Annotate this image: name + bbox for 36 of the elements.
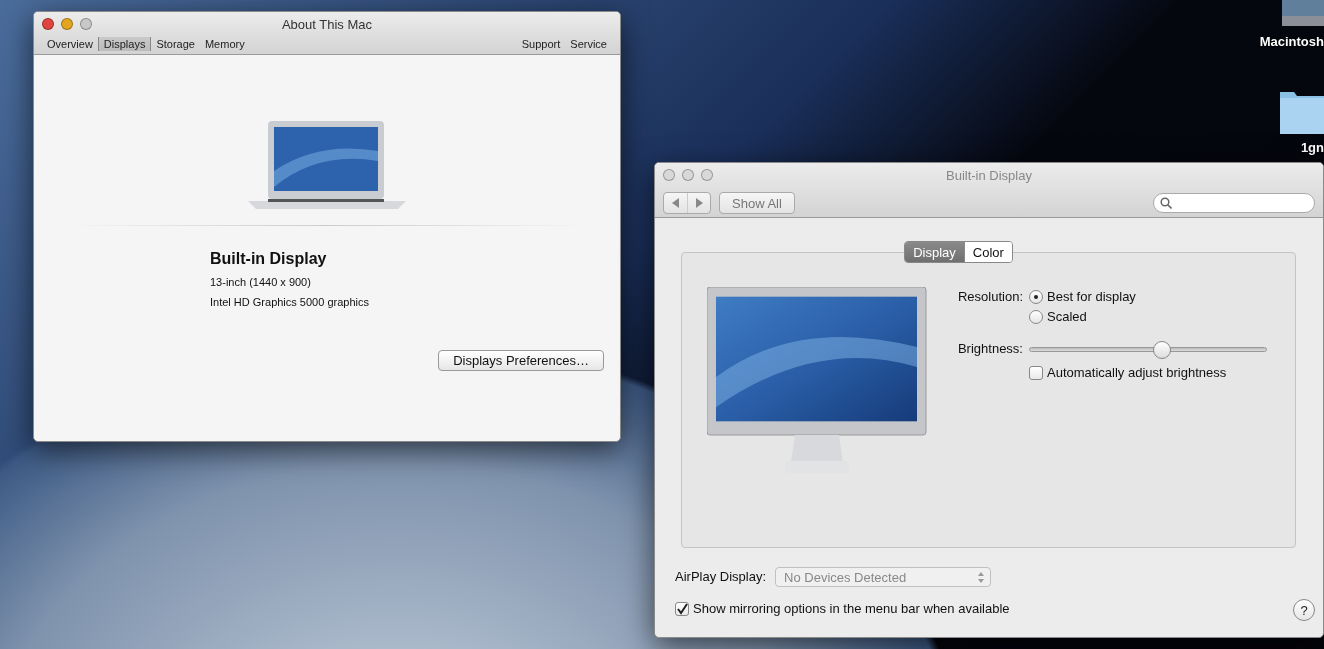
hard-drive-icon[interactable] xyxy=(1280,0,1324,28)
window-control-icon[interactable] xyxy=(42,18,54,30)
desktop-icon-label: Macintosh xyxy=(1259,34,1324,49)
display-detail: Intel HD Graphics 5000 graphics xyxy=(210,296,370,308)
tab[interactable]: Storage xyxy=(151,37,200,51)
tab[interactable]: Displays xyxy=(97,37,152,51)
toolbar-link[interactable]: Support xyxy=(516,37,566,51)
search-icon xyxy=(1160,197,1172,209)
search-field[interactable] xyxy=(1153,193,1315,213)
display-name: Built-in Display xyxy=(210,250,328,268)
window-title: Built-in Display xyxy=(946,167,1032,183)
stepper-arrows-icon xyxy=(978,571,985,583)
left-arrow-icon xyxy=(671,198,680,208)
right-arrow-icon xyxy=(695,198,703,208)
window-control-icon[interactable] xyxy=(61,18,73,30)
checkbox-option[interactable]: Automatically adjust brightness xyxy=(1029,363,1227,383)
radio-option[interactable]: Scaled xyxy=(1029,307,1087,327)
help-button[interactable]: ? xyxy=(1293,599,1315,621)
tab[interactable]: Display xyxy=(905,242,964,262)
brightness-slider[interactable] xyxy=(1029,341,1267,359)
airplay-label: AirPlay Display: xyxy=(675,568,767,586)
window-title: About This Mac xyxy=(281,16,373,32)
display-detail: 13-inch (1440 x 900) xyxy=(210,276,312,288)
desktop-icon-label: 1gn xyxy=(1300,140,1324,155)
displays-preferences-button[interactable]: Displays Preferences… xyxy=(438,350,604,371)
resolution-label: Resolution: xyxy=(956,288,1023,306)
tab[interactable]: Memory xyxy=(199,37,250,51)
radio-option[interactable]: Best for display xyxy=(1029,287,1136,307)
checkmark-icon xyxy=(676,603,688,615)
tab[interactable]: Color xyxy=(963,242,1012,262)
show-all-button[interactable]: Show All xyxy=(719,192,795,214)
tab[interactable]: Overview xyxy=(42,37,98,51)
window-control-icon[interactable] xyxy=(80,18,92,30)
brightness-label: Brightness: xyxy=(956,340,1023,358)
toolbar-link[interactable]: Service xyxy=(565,37,612,51)
checkbox-option[interactable]: Show mirroring options in the menu bar when available xyxy=(675,599,1010,619)
